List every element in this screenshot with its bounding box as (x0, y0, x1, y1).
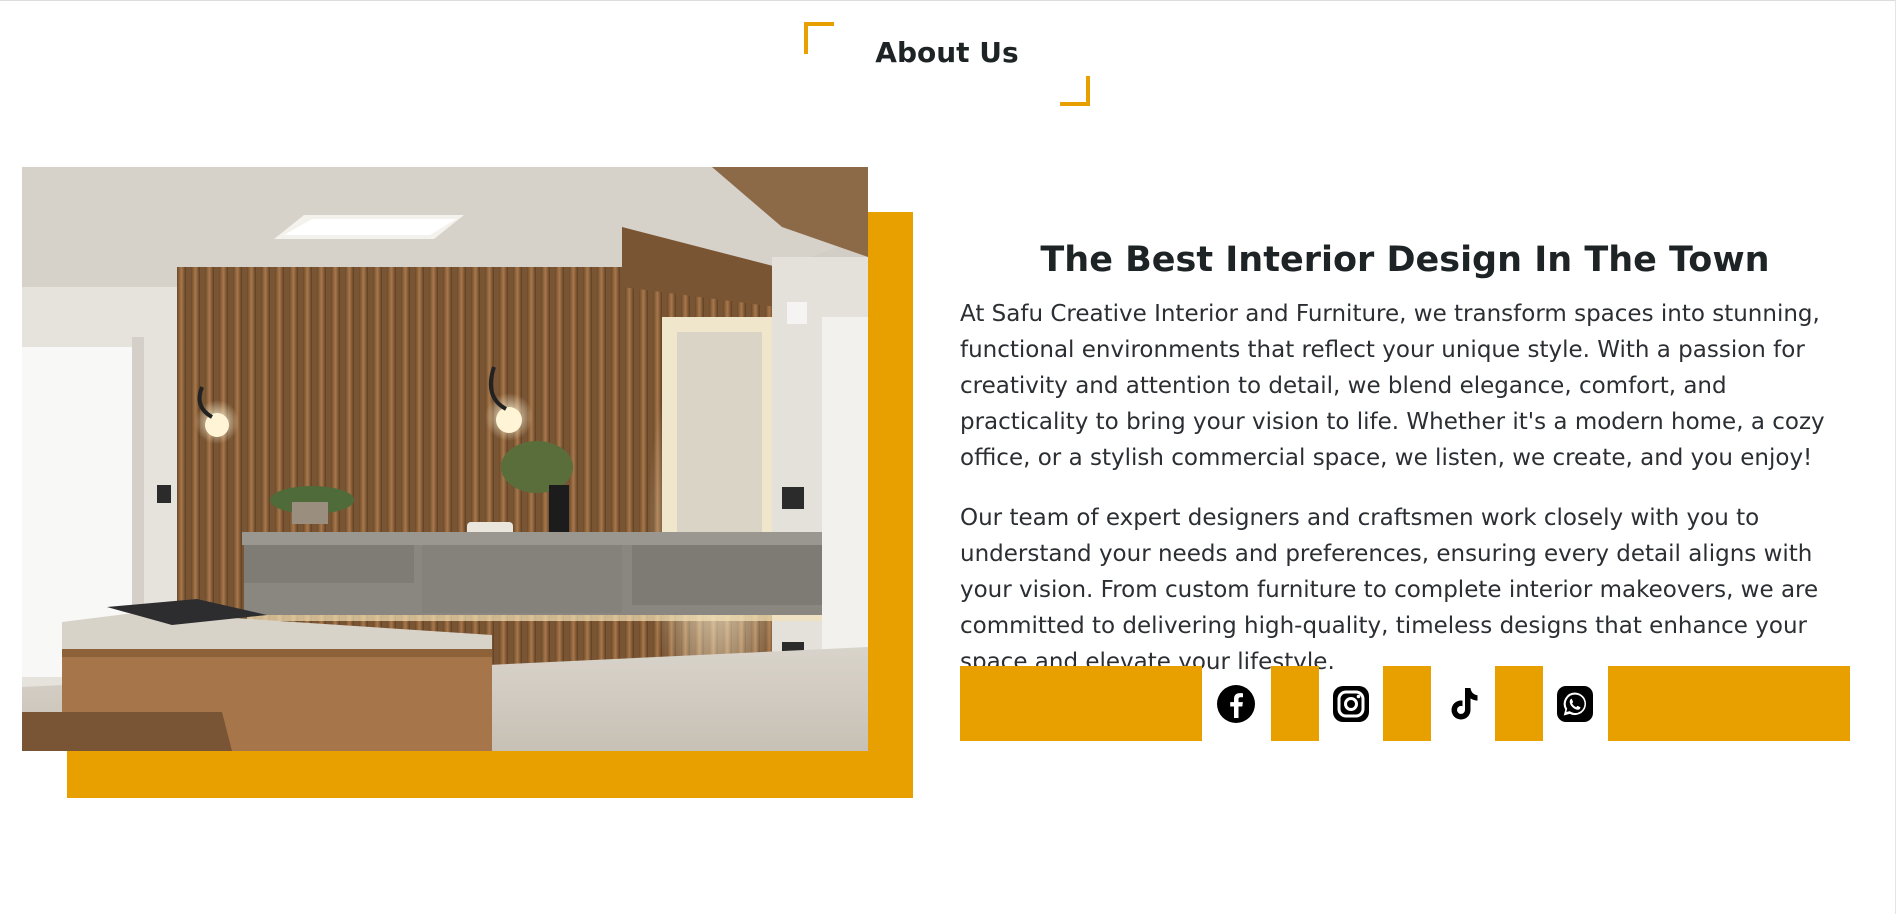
whatsapp-icon[interactable] (1555, 684, 1595, 724)
corner-bracket-bottom-right (1060, 76, 1090, 106)
tiktok-icon[interactable] (1443, 684, 1483, 724)
social-bar-segment (1495, 666, 1543, 741)
section-title: About Us (875, 36, 1019, 69)
about-paragraph-1: At Safu Creative Interior and Furniture,… (960, 301, 1825, 471)
social-bar-segment (1383, 666, 1431, 741)
social-bar-segment (1608, 666, 1850, 741)
about-heading: The Best Interior Design In The Town (1040, 240, 1770, 280)
social-links-bar (960, 666, 1850, 741)
about-image (22, 167, 868, 751)
top-divider (0, 0, 1896, 1)
facebook-icon[interactable] (1216, 684, 1256, 724)
social-bar-segment (960, 666, 1202, 741)
about-paragraph-2: Our team of expert designers and craftsm… (960, 505, 1819, 675)
instagram-icon[interactable] (1331, 684, 1371, 724)
social-bar-segment (1271, 666, 1319, 741)
section-heading: About Us (804, 22, 1090, 106)
